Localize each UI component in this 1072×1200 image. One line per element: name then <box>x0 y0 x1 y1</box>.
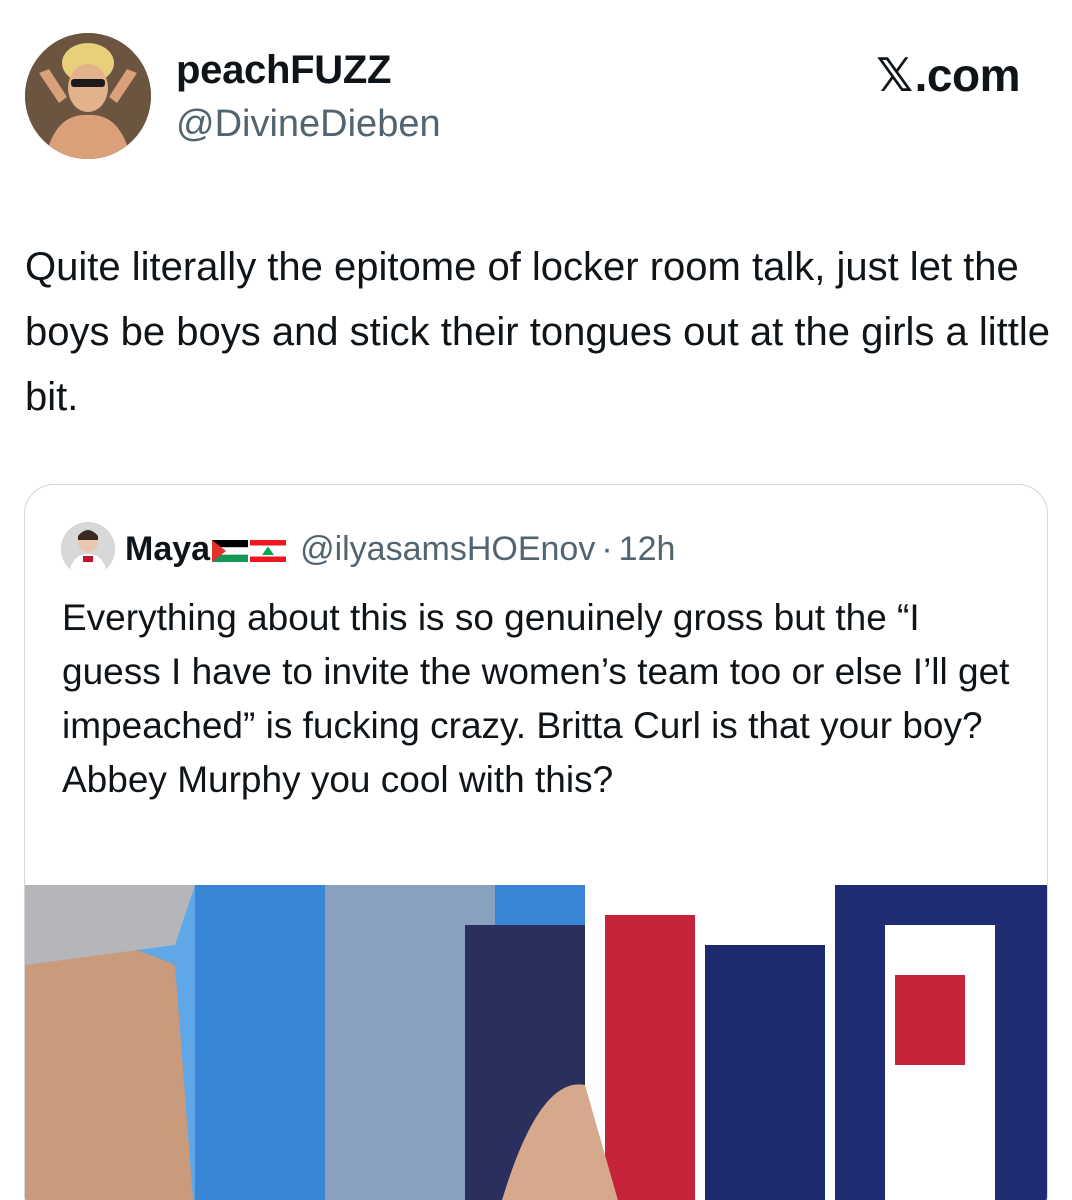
quoted-author-handle[interactable]: @ilyasamsHOEnov <box>300 530 595 569</box>
quoted-avatar-image <box>61 522 115 576</box>
quoted-tweet-video-thumbnail[interactable] <box>25 885 1047 1200</box>
author-handle[interactable]: @DivineDieben <box>176 103 441 146</box>
quoted-tweet-header: Maya @ilyasamsHOEnov · 12h <box>61 521 675 577</box>
lebanon-flag-icon <box>250 540 287 562</box>
palestine-flag-icon <box>212 540 249 562</box>
media-image <box>25 885 1047 1200</box>
quoted-author-avatar[interactable] <box>61 522 115 576</box>
quoted-author-display-name[interactable]: Maya <box>125 530 210 569</box>
x-watermark: 𝕏 .com <box>876 48 1020 102</box>
author-display-name[interactable]: peachFUZZ <box>176 48 391 93</box>
watermark-text: .com <box>914 49 1021 101</box>
quoted-tweet-time[interactable]: 12h <box>619 530 676 569</box>
quoted-tweet-body: Everything about this is so genuinely gr… <box>62 597 1010 800</box>
quoted-tweet-card[interactable]: Maya @ilyasamsHOEnov · 12h Everything ab… <box>24 484 1048 1200</box>
separator-dot: · <box>601 529 613 568</box>
tweet-screenshot: peachFUZZ @DivineDieben 𝕏 .com Quite lit… <box>0 0 1072 1200</box>
tweet-body: Quite literally the epitome of locker ro… <box>25 245 1051 419</box>
avatar-image <box>25 33 151 159</box>
x-logo-icon: 𝕏 <box>876 48 913 102</box>
author-avatar[interactable] <box>25 33 151 159</box>
